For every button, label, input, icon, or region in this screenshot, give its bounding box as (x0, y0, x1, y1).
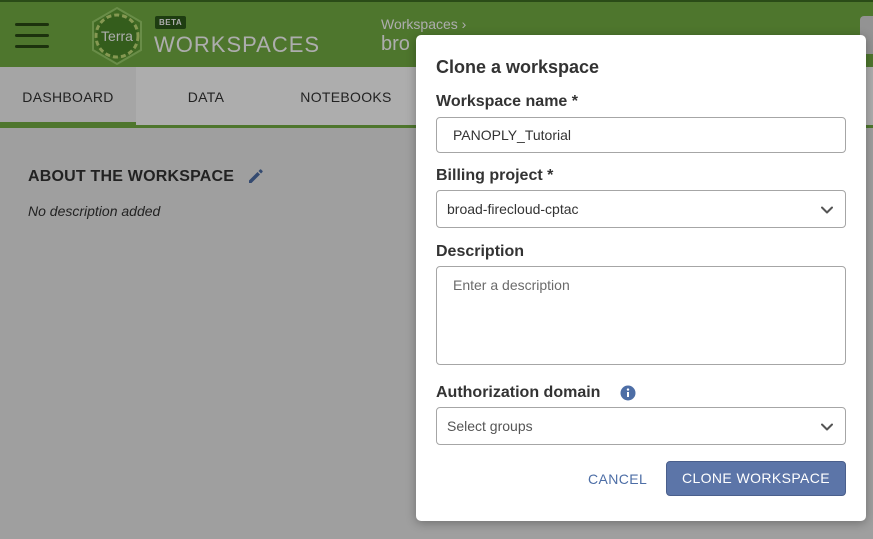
authorization-domain-label: Authorization domain (436, 384, 601, 401)
workspace-name-label: Workspace name * (436, 93, 578, 110)
clone-workspace-modal: Clone a workspace Workspace name * Billi… (416, 35, 866, 521)
description-input[interactable] (436, 266, 846, 365)
authorization-domain-select[interactable]: Select groups (436, 407, 846, 445)
clone-workspace-button[interactable]: CLONE WORKSPACE (666, 461, 846, 496)
chevron-down-icon (821, 423, 833, 431)
app-root: Terra BETA WORKSPACES Workspaces › bro D… (0, 0, 873, 539)
authorization-domain-placeholder: Select groups (447, 418, 533, 434)
chevron-down-icon (821, 206, 833, 214)
description-label: Description (436, 243, 525, 260)
billing-project-label: Billing project * (436, 167, 554, 184)
workspace-name-input[interactable] (436, 117, 846, 153)
info-icon[interactable] (620, 385, 636, 401)
modal-title: Clone a workspace (436, 57, 600, 77)
cancel-button[interactable]: CANCEL (588, 471, 647, 487)
billing-project-select[interactable]: broad-firecloud-cptac (436, 190, 846, 228)
billing-project-value: broad-firecloud-cptac (447, 201, 579, 217)
